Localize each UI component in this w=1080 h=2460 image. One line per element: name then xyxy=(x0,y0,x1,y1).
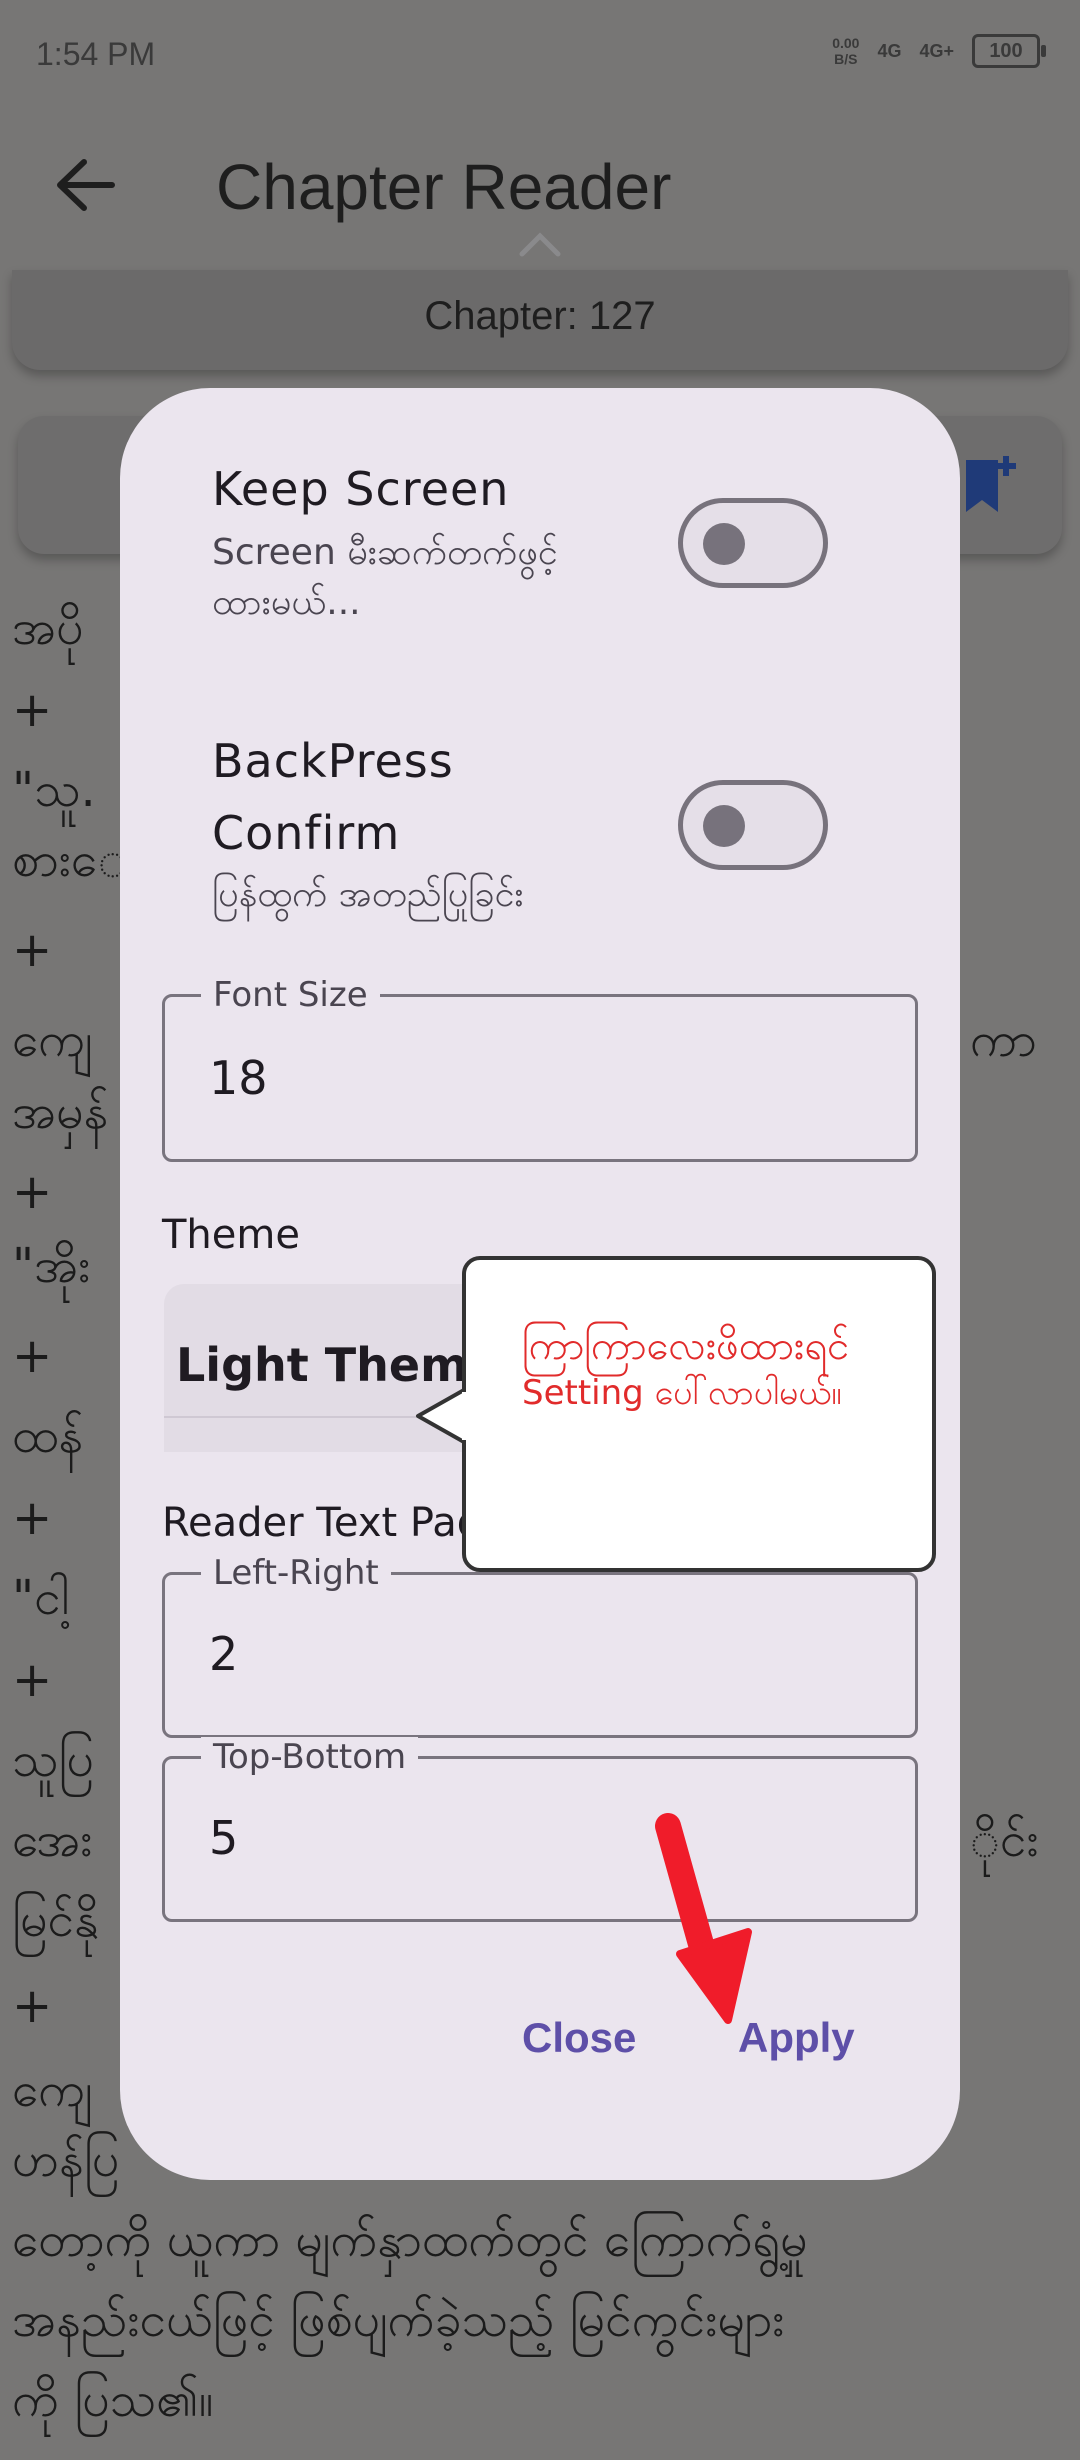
back-arrow-icon[interactable] xyxy=(50,150,120,220)
reader-text-line: + xyxy=(12,1164,53,1220)
reader-text-line: ိုင်း xyxy=(970,1812,1039,1868)
padding-label: Reader Text Pad xyxy=(162,1500,483,1546)
reader-text-line: + xyxy=(12,1328,53,1384)
reader-text-line: တော့ကို ယူကာ မျက်နှာထက်တွင် ကြောက်ရွံ့မှ… xyxy=(12,2212,808,2268)
app-title: Chapter Reader xyxy=(216,151,672,223)
status-indicators: 0.00 B/S 4G 4G+ 100 xyxy=(832,34,1046,68)
reader-text-line: သူပြ xyxy=(12,1732,94,1788)
backpress-toggle[interactable] xyxy=(678,780,828,870)
keep-screen-toggle[interactable] xyxy=(678,498,828,588)
network-speed: 0.00 B/S xyxy=(832,35,860,67)
reader-text-line: ကို ပြသ၏။ xyxy=(12,2372,214,2428)
reader-text-line: + xyxy=(12,1978,53,2034)
backpress-title: BackPress xyxy=(212,734,454,788)
reader-text-line: + xyxy=(12,922,53,978)
keep-screen-subtitle: ထားမယ်... xyxy=(212,582,361,623)
reader-text-line: မြင်နို xyxy=(12,1892,99,1948)
reader-text-line: ဟန်ပြ xyxy=(12,2132,120,2188)
toggle-knob xyxy=(703,805,745,847)
reader-text-line: "သူ. xyxy=(12,762,96,818)
theme-selected-value: Light Theme xyxy=(176,1338,500,1392)
reader-text-line: ထန် xyxy=(12,1408,84,1464)
theme-label: Theme xyxy=(162,1212,300,1258)
font-size-value: 18 xyxy=(209,1051,268,1105)
reader-text-line: အပို xyxy=(12,600,84,656)
left-right-padding-field[interactable]: Left-Right 2 xyxy=(162,1553,918,1738)
keep-screen-subtitle: Screen မီးဆက်တက်ဖွင့် xyxy=(212,532,558,573)
left-right-value: 2 xyxy=(209,1627,239,1681)
chevron-up-icon[interactable] xyxy=(516,224,564,264)
reader-text-line: ကာ xyxy=(970,1012,1037,1068)
close-button[interactable]: Close xyxy=(522,2014,636,2062)
toggle-knob xyxy=(703,523,745,565)
top-bottom-label: Top-Bottom xyxy=(201,1737,419,1777)
reader-text-line: + xyxy=(12,1652,53,1708)
reader-text-line: အေး xyxy=(12,1812,93,1868)
reader-text-line: စားေ xyxy=(12,832,128,888)
bookmark-add-icon[interactable] xyxy=(962,452,1018,518)
reader-text-line: + xyxy=(12,1490,53,1546)
tooltip-line: Setting ပေါ်လာပါမယ်။ xyxy=(522,1373,842,1413)
battery-icon: 100 xyxy=(972,34,1046,68)
backpress-subtitle: ပြန်ထွက် အတည်ပြုခြင်း xyxy=(212,874,524,915)
tooltip-tail xyxy=(416,1388,466,1444)
left-right-label: Left-Right xyxy=(201,1553,391,1593)
font-size-field[interactable]: Font Size 18 xyxy=(162,975,918,1162)
backpress-title: Confirm xyxy=(212,806,401,860)
red-arrow-annotation xyxy=(655,1813,752,2024)
reader-text-line: "အိုး xyxy=(12,1238,91,1294)
signal-icon: 4G xyxy=(877,40,902,61)
annotation-tooltip: ကြာကြာလေးဖိထားရင် Setting ပေါ်လာပါမယ်။ xyxy=(462,1256,936,1572)
reader-text-line: ကျေ xyxy=(12,2062,93,2118)
reader-text-line: ကျေ xyxy=(12,1012,93,1068)
status-time: 1:54 PM xyxy=(36,36,156,72)
font-size-label: Font Size xyxy=(201,975,380,1015)
chapter-number: Chapter: 127 xyxy=(424,294,656,338)
reader-text-line: + xyxy=(12,682,53,738)
reader-text-line: အမှန် xyxy=(12,1084,109,1140)
signal-plus-icon: 4G+ xyxy=(919,40,954,61)
reader-text-line: အနည်းငယ်ဖြင့် ဖြစ်ပျက်ခဲ့သည့် မြင်ကွင်းမ… xyxy=(12,2292,785,2348)
status-bar: 1:54 PM 0.00 B/S 4G 4G+ 100 xyxy=(0,0,1080,110)
top-bottom-value: 5 xyxy=(209,1811,239,1865)
top-bottom-padding-field[interactable]: Top-Bottom 5 xyxy=(162,1737,918,1922)
reader-text-line: "ငါ့ xyxy=(12,1570,69,1626)
keep-screen-title: Keep Screen xyxy=(212,462,510,516)
